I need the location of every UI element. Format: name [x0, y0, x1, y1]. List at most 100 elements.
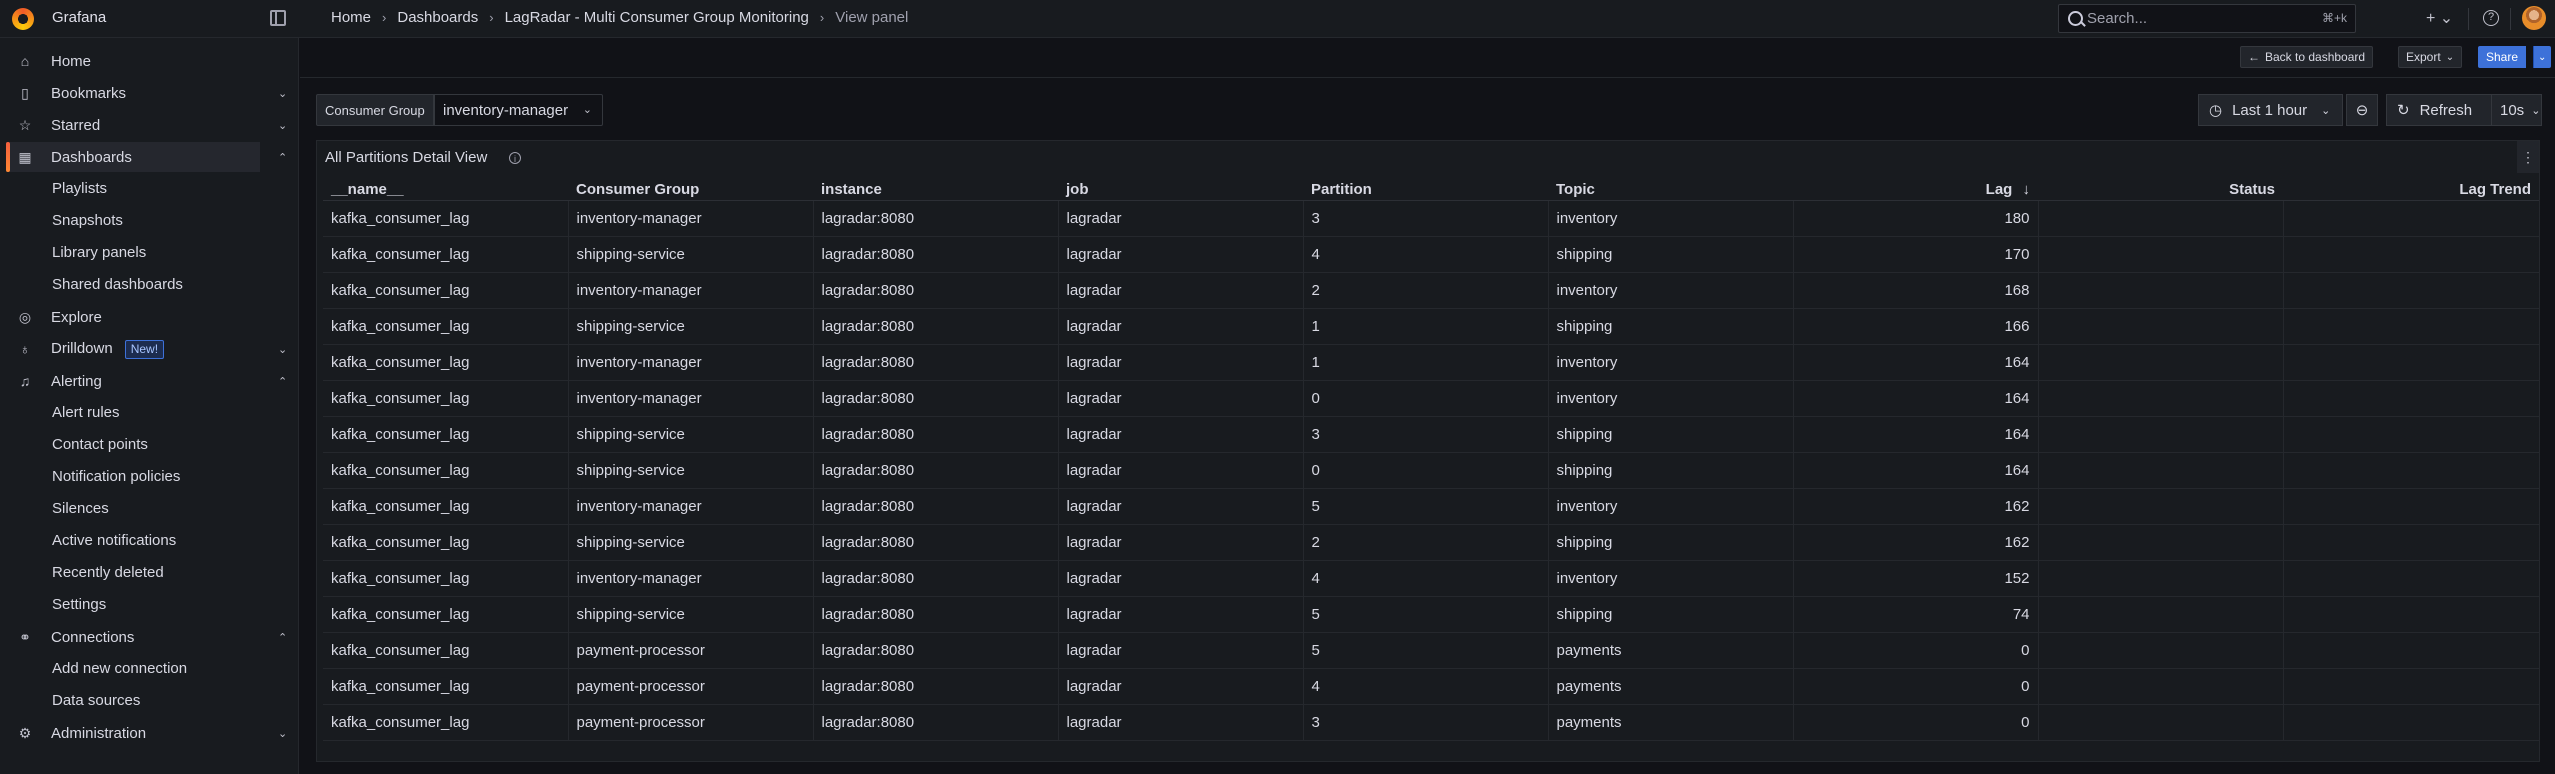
sidebar-subitem-notification-policies[interactable]: Notification policies	[52, 468, 180, 485]
cell-lag-trend	[2283, 596, 2539, 633]
cell-topic: payments	[1548, 704, 1794, 741]
column-header-topic[interactable]: Topic	[1548, 178, 1793, 201]
sidebar-subitem-playlists[interactable]: Playlists	[52, 180, 107, 197]
cell-lag: 162	[1793, 524, 2039, 561]
chevron-right-icon: ›	[382, 10, 387, 25]
cell-partition: 5	[1303, 632, 1549, 669]
cell-topic: inventory	[1548, 272, 1794, 309]
chevron-down-icon: ⌄	[2321, 104, 2331, 117]
sidebar-subitem-recently-deleted[interactable]: Recently deleted	[52, 564, 164, 581]
cell-lag: 74	[1793, 596, 2039, 633]
column-header-job[interactable]: job	[1058, 178, 1303, 201]
cell-lag: 164	[1793, 344, 2039, 381]
cell-instance: lagradar:8080	[813, 488, 1059, 525]
consumer-group-select[interactable]: inventory-manager ⌄	[434, 94, 603, 126]
chevron-up-icon[interactable]: ⌃	[278, 375, 287, 388]
info-icon[interactable]: i	[509, 152, 521, 164]
sidebar-subitem-silences[interactable]: Silences	[52, 500, 109, 517]
sidebar-item-explore[interactable]: ◎ Explore	[6, 302, 260, 332]
table-row: kafka_consumer_lag payment-processor lagra…	[323, 668, 2539, 705]
cell-name: kafka_consumer_lag	[323, 308, 569, 345]
sidebar-subitem-contact-points[interactable]: Contact points	[52, 436, 148, 453]
cell-name: kafka_consumer_lag	[323, 488, 569, 525]
column-header-instance[interactable]: instance	[813, 178, 1058, 201]
chevron-down-icon[interactable]: ⌄	[278, 87, 287, 100]
export-button[interactable]: Export ⌄	[2398, 46, 2463, 68]
breadcrumb-dashboards[interactable]: Dashboards	[397, 9, 478, 26]
connections-icon: ⚭	[19, 629, 31, 645]
chevron-right-icon: ›	[489, 10, 494, 25]
cell-job: lagradar	[1058, 380, 1304, 417]
table-body: kafka_consumer_lag inventory-manager lagra…	[323, 200, 2539, 741]
cell-status	[2038, 596, 2284, 633]
cell-partition: 5	[1303, 596, 1549, 633]
cell-status	[2038, 308, 2284, 345]
chevron-down-icon[interactable]: ⌄	[278, 727, 287, 740]
sidebar-item-bookmarks[interactable]: ▯ Bookmarks ⌄	[6, 78, 287, 108]
column-header-name[interactable]: __name__	[323, 178, 568, 201]
time-range-picker[interactable]: ◷ Last 1 hour ⌄	[2198, 94, 2343, 126]
chevron-up-icon[interactable]: ⌃	[278, 151, 287, 164]
sidebar-item-starred[interactable]: ☆ Starred ⌄	[6, 110, 288, 140]
sidebar-subitem-shared-dashboards[interactable]: Shared dashboards	[52, 276, 183, 293]
breadcrumb-home[interactable]: Home	[331, 9, 371, 26]
sort-descending-icon: ↓	[2022, 180, 2031, 198]
share-dropdown-button[interactable]: ⌄	[2533, 46, 2551, 68]
chevron-down-icon: ⌄	[2538, 51, 2547, 63]
back-label: Back to dashboard	[2265, 50, 2366, 64]
sidebar-subitem-alert-rules[interactable]: Alert rules	[52, 404, 120, 421]
sidebar-subitem-data-sources[interactable]: Data sources	[52, 692, 140, 709]
cell-partition: 0	[1303, 380, 1549, 417]
table-row: kafka_consumer_lag inventory-manager lagra…	[323, 380, 2539, 417]
dock-menu-icon[interactable]	[270, 10, 286, 26]
column-header-partition[interactable]: Partition	[1303, 178, 1548, 201]
cell-job: lagradar	[1058, 488, 1304, 525]
chevron-down-icon[interactable]: ⌄	[278, 343, 287, 356]
sidebar-item-dashboards[interactable]: ▦ Dashboards ⌃	[6, 142, 287, 172]
chevron-down-icon: ⌄	[2531, 104, 2541, 117]
sidebar-subitem-add-new-connection[interactable]: Add new connection	[52, 660, 187, 677]
cell-lag: 0	[1793, 668, 2039, 705]
sidebar-subitem-library-panels[interactable]: Library panels	[52, 244, 146, 261]
sidebar-item-connections[interactable]: ⚭ Connections ⌃	[6, 622, 287, 652]
column-header-status[interactable]: Status	[2038, 178, 2283, 201]
refresh-button[interactable]: ↻ Refresh	[2386, 94, 2492, 126]
cell-consumer-group: payment-processor	[568, 704, 814, 741]
bookmark-icon: ▯	[21, 85, 29, 101]
cell-consumer-group: shipping-service	[568, 308, 814, 345]
table-row: kafka_consumer_lag shipping-service lagrad…	[323, 236, 2539, 273]
zoom-out-button[interactable]: ⊖	[2346, 94, 2378, 126]
sidebar-item-administration[interactable]: ⚙ Administration ⌄	[6, 718, 288, 748]
help-icon[interactable]: ?	[2483, 10, 2499, 26]
sidebar-subitem-snapshots[interactable]: Snapshots	[52, 212, 123, 229]
cell-name: kafka_consumer_lag	[323, 704, 569, 741]
share-button[interactable]: Share	[2478, 46, 2527, 68]
sidebar-item-home[interactable]: ⌂ Home	[6, 46, 260, 76]
chevron-down-icon[interactable]: ⌄	[278, 119, 287, 132]
sidebar-item-alerting[interactable]: ♫ Alerting ⌃	[6, 366, 287, 396]
avatar[interactable]	[2522, 6, 2546, 30]
new-badge: New!	[124, 339, 165, 359]
column-header-consumer-group[interactable]: Consumer Group	[568, 178, 813, 201]
search-input[interactable]: Search... ⌘+k	[2058, 4, 2356, 33]
search-placeholder: Search...	[2087, 10, 2148, 27]
sidebar-subitem-active-notifications[interactable]: Active notifications	[52, 532, 176, 549]
sidebar-item-label: Bookmarks	[51, 84, 127, 102]
plus-icon[interactable]: + ⌄	[2426, 8, 2453, 28]
cell-topic: inventory	[1548, 488, 1794, 525]
sidebar-item-drilldown[interactable]: ♁ Drilldown New! ⌄	[6, 334, 287, 364]
refresh-interval-select[interactable]: 10s ⌄	[2492, 94, 2542, 126]
sidebar-subitem-settings[interactable]: Settings	[52, 596, 106, 613]
panel-menu-icon[interactable]: ⋮	[2517, 141, 2539, 173]
cell-topic: shipping	[1548, 596, 1794, 633]
grafana-logo-icon[interactable]	[12, 8, 34, 30]
breadcrumb-dashboard[interactable]: LagRadar - Multi Consumer Group Monitori…	[505, 9, 809, 26]
chevron-up-icon[interactable]: ⌃	[278, 631, 287, 644]
column-header-lag[interactable]: Lag ↓	[1793, 178, 2038, 201]
column-header-lag-trend[interactable]: Lag Trend	[2283, 178, 2539, 201]
back-to-dashboard-button[interactable]: ← Back to dashboard	[2240, 46, 2374, 68]
cell-partition: 3	[1303, 416, 1549, 453]
cell-job: lagradar	[1058, 344, 1304, 381]
cell-status	[2038, 452, 2284, 489]
cell-partition: 4	[1303, 668, 1549, 705]
